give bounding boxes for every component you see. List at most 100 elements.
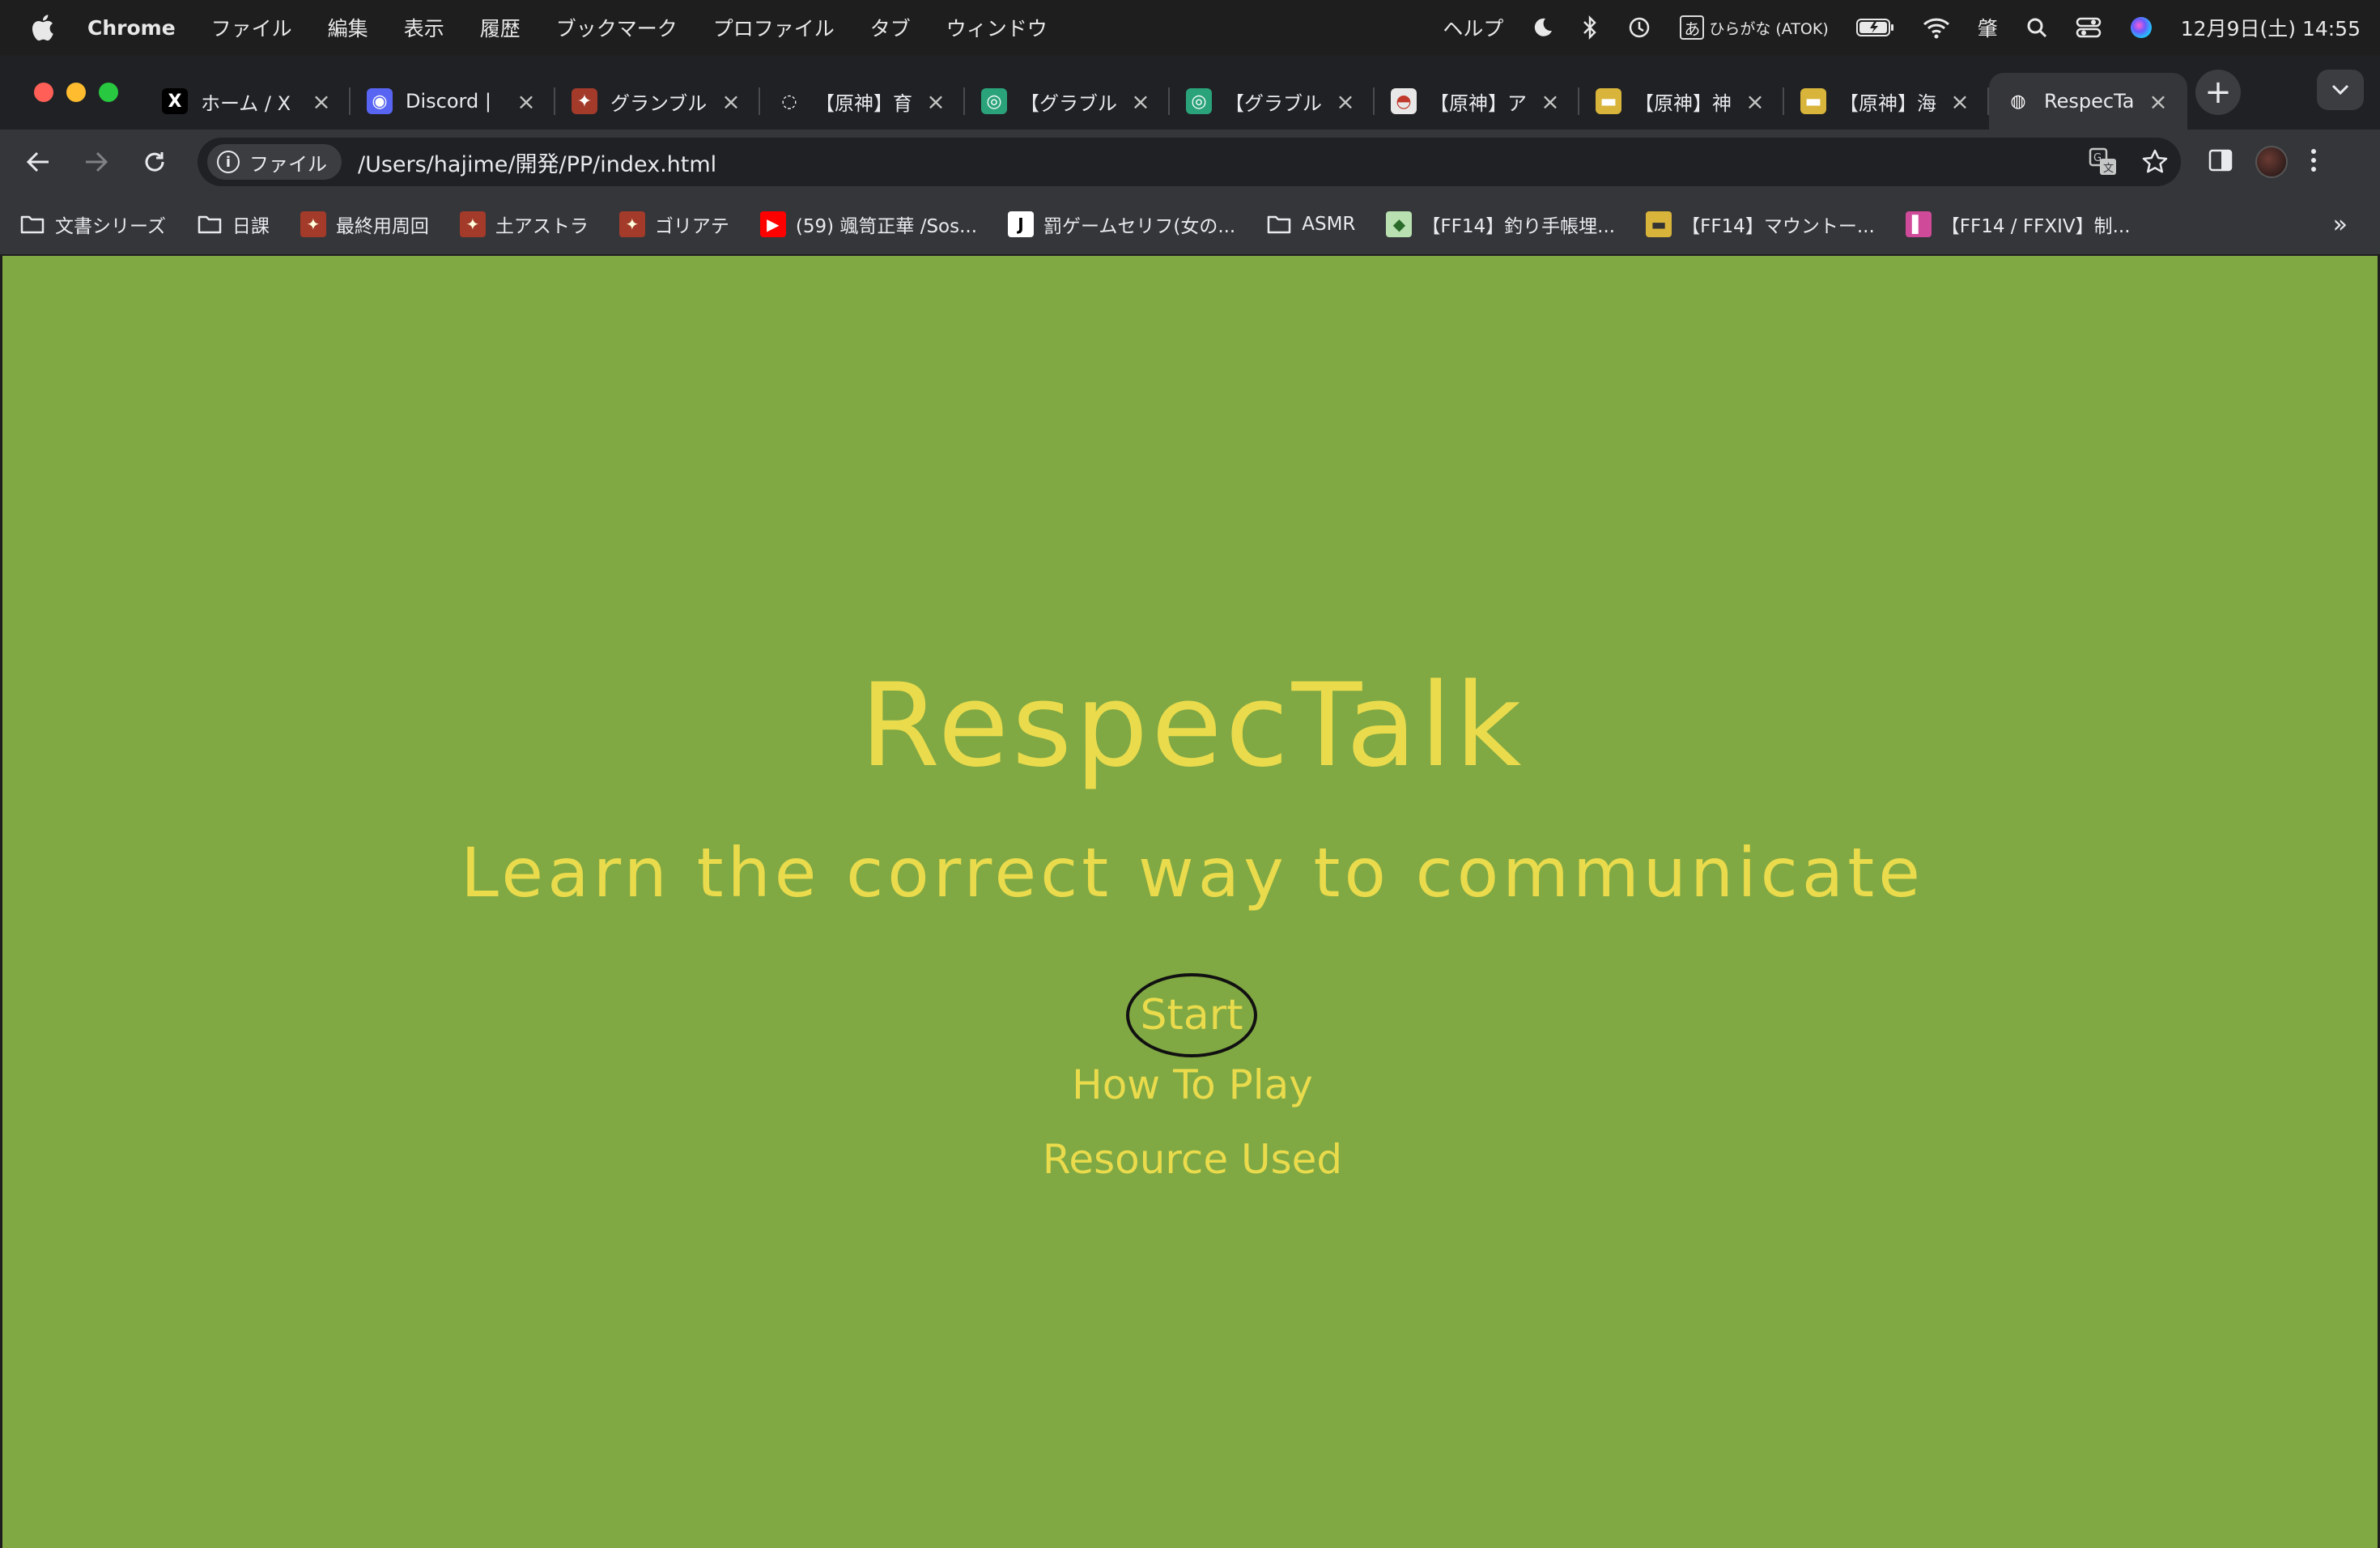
bookmark-label: 土アストラ [495, 216, 589, 237]
bookmark-item[interactable]: ▶ (59) 颯笥正華 /Sos... [759, 211, 978, 238]
browser-tab[interactable]: ◍ RespecTa × [1989, 73, 2187, 130]
bookmarks-bar: 文書シリーズ 日課 ✦ 最終用周回 ✦ 土アストラ ✦ ゴリアテ ▶ (59) 颯笥正華 /Sos… [0, 194, 2380, 256]
browser-tab[interactable]: ▬ 【原神】海 × [1784, 73, 1989, 130]
address-bar[interactable]: i ファイル /Users/hajime/開発/PP/index.html G文 [198, 138, 2181, 186]
menu-file[interactable]: ファイル [211, 13, 292, 42]
more-menu-icon[interactable] [2310, 148, 2317, 176]
input-method-indicator[interactable]: あ ひらがな (ATOK) [1680, 15, 1829, 40]
menubar-clock[interactable]: 12月9日(土) 14:55 [2181, 13, 2361, 42]
browser-tab[interactable]: ◓ 【原神】ア × [1375, 73, 1579, 130]
bookmark-item[interactable]: ✦ 土アストラ [459, 211, 589, 238]
new-tab-button[interactable]: + [2195, 70, 2241, 115]
spotlight-search-icon[interactable] [2025, 16, 2048, 39]
genshin-wiki-icon: ◓ [1391, 88, 1417, 114]
reload-button[interactable] [133, 140, 176, 184]
bookmark-label: 【FF14】釣り手帳埋... [1422, 216, 1616, 237]
bookmark-item[interactable]: ◆ 【FF14】釣り手帳埋... [1386, 211, 1615, 238]
browser-tab[interactable]: ◌ 【原神】育 × [760, 73, 965, 130]
bookmark-item[interactable]: 文書シリーズ [19, 211, 166, 238]
close-window-button[interactable] [34, 83, 53, 102]
gamewith-icon: ▬ [1800, 88, 1826, 114]
bluetooth-icon[interactable] [1581, 15, 1599, 40]
control-center-icon[interactable] [2076, 16, 2102, 39]
menu-tab[interactable]: タブ [870, 13, 911, 42]
kanji-indicator[interactable]: 肇 [1978, 13, 1998, 42]
url-text[interactable]: /Users/hajime/開発/PP/index.html [358, 147, 2077, 178]
menu-history[interactable]: 履歴 [480, 13, 521, 42]
bookmarks-overflow-icon[interactable]: » [2333, 211, 2348, 239]
bookmark-item[interactable]: ▬ 【FF14】マウントー... [1646, 211, 1875, 238]
tab-close-icon[interactable]: × [513, 88, 539, 115]
bookmark-item[interactable]: J 罰ゲームセリフ(女の... [1008, 211, 1235, 238]
tab-title: Discord | [406, 90, 491, 113]
tab-close-icon[interactable]: × [308, 88, 334, 115]
app-title: RespecTalk [860, 659, 1525, 793]
wifi-icon[interactable] [1923, 16, 1950, 39]
menu-edit[interactable]: 編集 [328, 13, 368, 42]
bookmark-label: 最終用周回 [335, 216, 429, 237]
toolbar-right [2208, 146, 2340, 178]
granblue-icon: ✦ [618, 211, 645, 237]
siri-icon[interactable] [2129, 15, 2153, 40]
tab-close-icon[interactable]: × [1537, 88, 1563, 115]
browser-tab[interactable]: X ホーム / X × [146, 73, 351, 130]
tab-title: 【グラブル [1225, 91, 1322, 115]
tab-close-icon[interactable]: × [2145, 88, 2171, 115]
tab-close-icon[interactable]: × [923, 88, 949, 115]
site-info-chip[interactable]: i ファイル [207, 144, 342, 180]
tab-close-icon[interactable]: × [1742, 88, 1768, 115]
browser-tab[interactable]: ◉ Discord | × [351, 73, 555, 130]
bookmark-label: 【FF14】マウントー... [1681, 216, 1875, 237]
menu-profiles[interactable]: プロファイル [713, 13, 835, 42]
browser-tab[interactable]: ◎ 【グラブル × [1170, 73, 1375, 130]
page-content: RespecTalk Learn the correct way to comm… [0, 256, 2380, 1548]
globe-icon: ◍ [2005, 88, 2031, 114]
ff14-fishing-icon: ◆ [1386, 211, 1413, 237]
minimize-window-button[interactable] [66, 83, 86, 102]
tab-close-icon[interactable]: × [1332, 88, 1358, 115]
folder-icon [19, 211, 45, 237]
battery-icon[interactable] [1855, 18, 1895, 37]
start-button[interactable]: Start [1126, 973, 1257, 1057]
svg-text:G: G [2093, 152, 2102, 164]
profile-avatar[interactable] [2255, 146, 2288, 178]
bookmark-item[interactable]: 日課 [197, 211, 270, 238]
game8-icon: ◎ [1186, 88, 1212, 114]
tab-close-icon[interactable]: × [1128, 88, 1154, 115]
tab-title: グランブル [610, 91, 708, 115]
resource-used-link[interactable]: Resource Used [2, 1136, 2380, 1183]
how-to-play-link[interactable]: How To Play [2, 1061, 2380, 1108]
time-machine-icon[interactable] [1626, 15, 1652, 40]
forward-button[interactable] [74, 140, 118, 184]
bookmark-item[interactable]: ✦ ゴリアテ [618, 211, 729, 238]
menu-window[interactable]: ウィンドウ [946, 13, 1048, 42]
tab-close-icon[interactable]: × [1947, 88, 1973, 115]
info-icon: i [217, 151, 240, 173]
x-logo-icon: X [162, 88, 188, 114]
browser-tab-strip: X ホーム / X × ◉ Discord | × ✦ グランブル × ◌ 【原神】育 × ◎ 【グラブル… [0, 55, 2380, 130]
tab-title: 【原神】ア [1430, 91, 1527, 115]
menu-bookmarks[interactable]: ブックマーク [556, 13, 678, 42]
bookmark-item[interactable]: ✦ 最終用周回 [300, 211, 429, 238]
browser-tab[interactable]: ▬ 【原神】神 × [1579, 73, 1784, 130]
tab-title: RespecTa [2044, 90, 2135, 113]
focus-moon-icon[interactable] [1531, 16, 1553, 39]
menu-view[interactable]: 表示 [404, 13, 444, 42]
translate-icon[interactable]: G文 [2077, 147, 2129, 176]
bookmark-item[interactable]: ASMR [1266, 211, 1355, 237]
bookmark-item[interactable]: ▌ 【FF14 / FFXIV】制... [1905, 211, 2131, 238]
browser-tab[interactable]: ◎ 【グラブル × [965, 73, 1170, 130]
browser-tab[interactable]: ✦ グランブル × [555, 73, 760, 130]
bookmark-label: (59) 颯笥正華 /Sos... [795, 216, 978, 237]
menu-app-chrome[interactable]: Chrome [87, 16, 176, 40]
back-button[interactable] [16, 140, 60, 184]
granblue-icon: ✦ [300, 211, 326, 237]
j-icon: J [1008, 211, 1035, 237]
tab-close-icon[interactable]: × [718, 88, 744, 115]
bookmark-star-icon[interactable] [2129, 148, 2181, 176]
zoom-window-button[interactable] [99, 83, 118, 102]
side-panel-icon[interactable] [2208, 148, 2233, 176]
apple-menu-icon[interactable] [19, 14, 65, 41]
menu-help[interactable]: ヘルプ [1443, 13, 1503, 42]
tab-search-button[interactable] [2317, 70, 2364, 110]
